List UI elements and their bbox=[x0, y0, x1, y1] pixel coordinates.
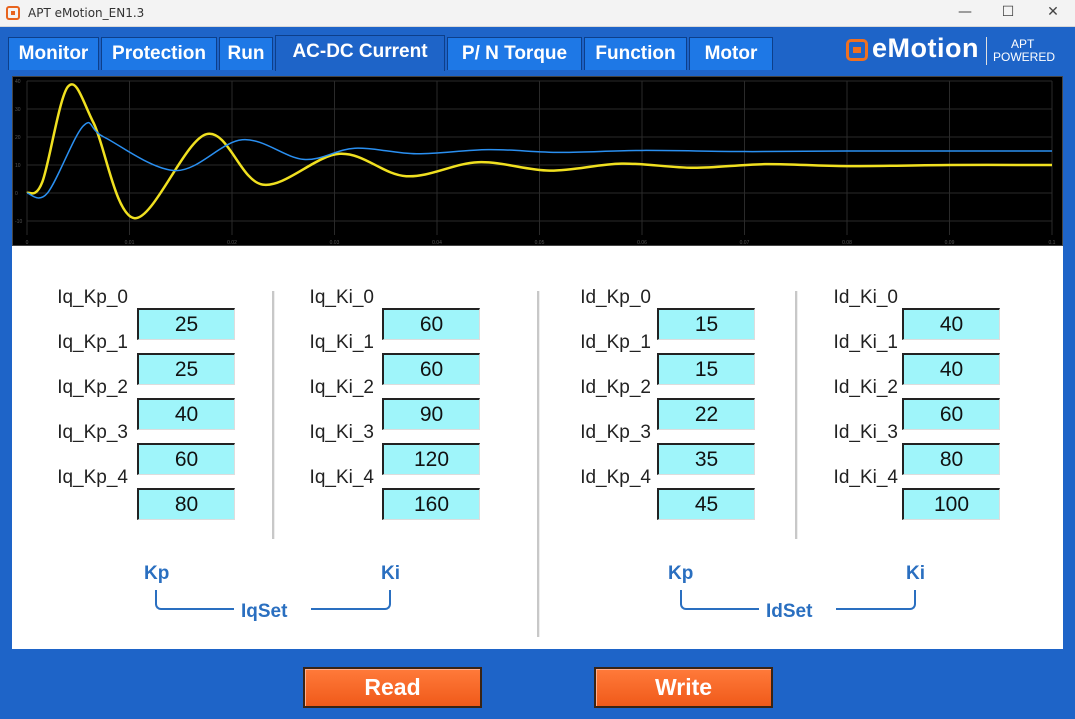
iq-kp-0-label: Iq_Kp_0 bbox=[57, 287, 128, 308]
id-ki-3-label: Id_Ki_3 bbox=[833, 422, 898, 443]
iq-ki-4-label: Iq_Ki_4 bbox=[309, 467, 374, 488]
tab-ac-dc-current[interactable]: AC-DC Current bbox=[275, 35, 445, 71]
id-kp-1-field[interactable]: 15 bbox=[657, 353, 755, 385]
id-ki-1-label: Id_Ki_1 bbox=[833, 332, 898, 353]
iq-bracket-line-right bbox=[311, 608, 377, 610]
main-frame: Monitor Protection Run AC-DC Current P/ … bbox=[0, 27, 1075, 719]
read-button[interactable]: Read bbox=[303, 667, 482, 708]
id-ki-2-label: Id_Ki_2 bbox=[833, 377, 898, 398]
iq-ki-3-label: Iq_Ki_3 bbox=[309, 422, 374, 443]
id-ki-0-field[interactable]: 40 bbox=[902, 308, 1000, 340]
iq-kp-1-label: Iq_Kp_1 bbox=[57, 332, 128, 353]
iq-bracket-right bbox=[377, 590, 391, 610]
id-kp-3-label: Id_Kp_3 bbox=[580, 422, 651, 443]
id-ki-2-field[interactable]: 60 bbox=[902, 398, 1000, 430]
id-ki-0-label: Id_Ki_0 bbox=[833, 287, 898, 308]
tab-function[interactable]: Function bbox=[584, 37, 687, 70]
parameter-panel: Iq_Kp_0 Iq_Kp_1 Iq_Kp_2 Iq_Kp_3 Iq_Kp_4 … bbox=[12, 246, 1063, 649]
chart-y-tick-label: -10 bbox=[15, 219, 22, 225]
chart-x-tick-label: 0.05 bbox=[535, 240, 545, 245]
id-bracket-line-left bbox=[694, 608, 759, 610]
app-icon bbox=[6, 6, 20, 20]
iq-ki-group-label: Ki bbox=[381, 563, 400, 584]
idset-label: IdSet bbox=[766, 601, 813, 622]
tab-monitor[interactable]: Monitor bbox=[8, 37, 99, 70]
iq-ki-3-field[interactable]: 120 bbox=[382, 443, 480, 475]
iq-ki-1-label: Iq_Ki_1 bbox=[309, 332, 374, 353]
id-kp-1-label: Id_Kp_1 bbox=[580, 332, 651, 353]
id-bracket-line-right bbox=[836, 608, 902, 610]
iq-kp-1-field[interactable]: 25 bbox=[137, 353, 235, 385]
iq-kp-2-field[interactable]: 40 bbox=[137, 398, 235, 430]
chart-svg: 0 0.01 0.02 0.03 0.04 0.05 0.06 0.07 0.08 0.09 0.1… bbox=[15, 79, 1056, 245]
iq-ki-1-field[interactable]: 60 bbox=[382, 353, 480, 385]
separator bbox=[272, 291, 275, 539]
chart-y-tick-label: 40 bbox=[15, 79, 21, 85]
separator bbox=[537, 291, 540, 637]
chart-x-tick-label: 0.1 bbox=[1049, 240, 1056, 245]
iq-bracket-left bbox=[155, 590, 169, 610]
iq-kp-3-label: Iq_Kp_3 bbox=[57, 422, 128, 443]
chart-y-tick-label: 0 bbox=[15, 191, 18, 197]
iq-kp-2-label: Iq_Kp_2 bbox=[57, 377, 128, 398]
logo-sub-powered: POWERED bbox=[993, 50, 1056, 64]
chart-y-tick-label: 20 bbox=[15, 135, 21, 141]
window-title: APT eMotion_EN1.3 bbox=[28, 6, 145, 20]
maximize-button[interactable]: ☐ bbox=[985, 0, 1031, 27]
tab-pn-torque[interactable]: P/ N Torque bbox=[447, 37, 582, 70]
logo-mark-icon bbox=[846, 39, 868, 61]
minimize-button[interactable]: — bbox=[942, 0, 988, 27]
title-bar: APT eMotion_EN1.3 — ☐ ✕ bbox=[0, 0, 1075, 27]
id-bracket-left bbox=[680, 590, 694, 610]
chart-x-tick-label: 0.01 bbox=[125, 240, 135, 245]
logo-divider bbox=[986, 37, 987, 65]
logo-text: eMotion bbox=[872, 33, 979, 63]
id-kp-3-field[interactable]: 35 bbox=[657, 443, 755, 475]
iq-kp-group-label: Kp bbox=[144, 563, 170, 584]
chart-x-tick-label: 0.02 bbox=[227, 240, 237, 245]
iq-ki-0-label: Iq_Ki_0 bbox=[309, 287, 374, 308]
iq-kp-4-label: Iq_Kp_4 bbox=[57, 467, 128, 488]
tab-motor[interactable]: Motor bbox=[689, 37, 773, 70]
write-button[interactable]: Write bbox=[594, 667, 773, 708]
id-kp-0-field[interactable]: 15 bbox=[657, 308, 755, 340]
chart-y-tick-label: 30 bbox=[15, 107, 21, 113]
id-ki-group-label: Ki bbox=[906, 563, 925, 584]
iq-kp-4-field[interactable]: 80 bbox=[137, 488, 235, 520]
iqset-label: IqSet bbox=[241, 601, 288, 622]
chart-x-tick-label: 0.08 bbox=[842, 240, 852, 245]
id-ki-4-field[interactable]: 100 bbox=[902, 488, 1000, 520]
chart-x-tick-label: 0.06 bbox=[637, 240, 647, 245]
iq-ki-0-field[interactable]: 60 bbox=[382, 308, 480, 340]
iq-ki-2-field[interactable]: 90 bbox=[382, 398, 480, 430]
chart-x-tick-label: 0.07 bbox=[740, 240, 750, 245]
iq-bracket-line-left bbox=[169, 608, 234, 610]
chart-x-tick-label: 0.04 bbox=[432, 240, 442, 245]
chart-x-tick-label: 0.09 bbox=[945, 240, 955, 245]
id-kp-4-label: Id_Kp_4 bbox=[580, 467, 651, 488]
id-kp-4-field[interactable]: 45 bbox=[657, 488, 755, 520]
chart-y-tick-label: 10 bbox=[15, 163, 21, 169]
tab-run[interactable]: Run bbox=[219, 37, 273, 70]
chart-x-tick-label: 0 bbox=[26, 240, 29, 245]
iq-ki-2-label: Iq_Ki_2 bbox=[309, 377, 374, 398]
id-kp-2-field[interactable]: 22 bbox=[657, 398, 755, 430]
id-kp-0-label: Id_Kp_0 bbox=[580, 287, 651, 308]
separator bbox=[795, 291, 798, 539]
id-ki-1-field[interactable]: 40 bbox=[902, 353, 1000, 385]
id-bracket-right bbox=[902, 590, 916, 610]
tab-protection[interactable]: Protection bbox=[101, 37, 217, 70]
id-ki-4-label: Id_Ki_4 bbox=[833, 467, 898, 488]
chart-x-tick-label: 0.03 bbox=[330, 240, 340, 245]
logo-sub-apt: APT bbox=[1011, 37, 1035, 51]
id-ki-3-field[interactable]: 80 bbox=[902, 443, 1000, 475]
close-button[interactable]: ✕ bbox=[1030, 0, 1075, 27]
id-kp-2-label: Id_Kp_2 bbox=[580, 377, 651, 398]
current-response-chart: 0 0.01 0.02 0.03 0.04 0.05 0.06 0.07 0.08 0.09 0.1… bbox=[12, 76, 1063, 246]
iq-ki-4-field[interactable]: 160 bbox=[382, 488, 480, 520]
iq-kp-0-field[interactable]: 25 bbox=[137, 308, 235, 340]
id-kp-group-label: Kp bbox=[668, 563, 694, 584]
iq-kp-3-field[interactable]: 60 bbox=[137, 443, 235, 475]
